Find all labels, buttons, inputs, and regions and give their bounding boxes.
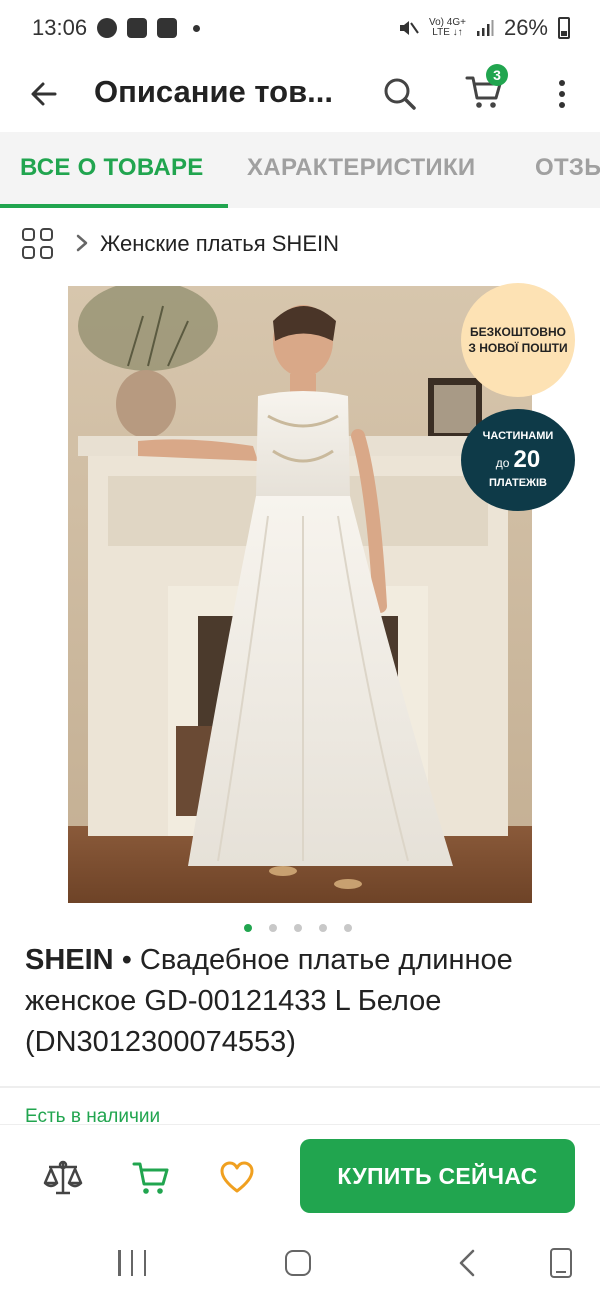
free-delivery-line2: З НОВОЇ ПОШТИ [468, 341, 568, 355]
facebook-icon [97, 18, 118, 38]
gallery-dot[interactable] [294, 924, 302, 932]
arrow-left-icon [31, 82, 57, 106]
system-back-icon[interactable] [456, 1248, 478, 1278]
installments-badge: ЧАСТИНАМИ до 20 ПЛАТЕЖІВ [461, 409, 575, 511]
network-indicator: Vo) 4G+ LTE ↓↑ [429, 18, 466, 38]
installments-line1: ЧАСТИНАМИ [482, 430, 554, 442]
more-dot-icon [559, 80, 565, 86]
recent-apps-icon[interactable] [118, 1250, 146, 1276]
installments-number: 20 [513, 446, 541, 473]
gallery-dot[interactable] [269, 924, 277, 932]
more-dot-icon [559, 102, 565, 108]
installments-prefix: до [495, 456, 510, 470]
product-image[interactable] [68, 286, 532, 903]
page-title: Описание тов... [94, 74, 333, 109]
wishlist-button[interactable] [214, 1155, 260, 1201]
free-delivery-badge: БЕЗКОШТОВНО З НОВОЇ ПОШТИ [461, 283, 575, 397]
gallery-dot[interactable] [244, 924, 252, 932]
instagram-icon [157, 18, 178, 38]
cart-count-badge: 3 [486, 64, 508, 86]
installments-line3: ПЛАТЕЖІВ [488, 477, 548, 489]
network-bottom: LTE ↓↑ [432, 27, 463, 38]
free-delivery-line1: БЕЗКОШТОВНО [470, 325, 566, 339]
back-button[interactable] [22, 72, 66, 116]
compare-button[interactable] [40, 1155, 86, 1201]
title-separator: • [113, 944, 140, 976]
product-brand[interactable]: SHEIN [25, 944, 114, 976]
catalog-grid-icon[interactable] [22, 228, 54, 260]
more-notifications-dot-icon [193, 24, 201, 32]
gallery-pager [244, 924, 352, 932]
product-title: SHEIN • Свадебное платье длинное женское… [25, 940, 575, 1063]
tab-reviews[interactable]: ОТЗЫВЫ [535, 154, 600, 182]
gallery-icon [127, 18, 148, 38]
chevron-right-icon [76, 234, 88, 252]
battery-percent: 26% [503, 15, 548, 40]
gallery-dot[interactable] [319, 924, 327, 932]
tab-all-about-product[interactable]: ВСЕ О ТОВАРЕ [20, 154, 204, 182]
search-button[interactable] [376, 70, 424, 118]
status-bar: 13:06 Vo) 4G+ LTE ↓↑ 26% [0, 0, 600, 56]
dress-photo [68, 286, 532, 903]
add-to-cart-button[interactable] [128, 1155, 174, 1201]
installments-count-row: до 20 [496, 448, 540, 472]
mute-icon [399, 21, 419, 35]
breadcrumb: Женские платья SHEIN [0, 222, 600, 268]
more-options-button[interactable] [545, 70, 579, 118]
heart-icon [220, 1161, 254, 1193]
status-right: Vo) 4G+ LTE ↓↑ 26% [397, 15, 570, 41]
more-dot-icon [559, 91, 565, 97]
scales-icon [43, 1160, 83, 1195]
section-divider [0, 1086, 600, 1088]
gallery-dot[interactable] [344, 924, 352, 932]
cart-button[interactable]: 3 [458, 64, 510, 118]
breadcrumb-category-link[interactable]: Женские платья SHEIN [100, 231, 339, 257]
bottom-action-bar: КУПИТЬ СЕЙЧАС [0, 1124, 600, 1224]
stock-status: Есть в наличии [25, 1106, 161, 1124]
battery-icon [558, 17, 570, 39]
cart-icon [132, 1162, 169, 1194]
app-header: Описание тов... 3 [0, 56, 600, 132]
screen-rotate-icon[interactable] [550, 1248, 572, 1278]
system-navigation-bar [0, 1226, 600, 1299]
tab-characteristics[interactable]: ХАРАКТЕРИСТИКИ [247, 154, 476, 182]
signal-icon [476, 20, 494, 36]
status-left: 13:06 [32, 15, 201, 41]
home-icon[interactable] [285, 1250, 311, 1276]
status-time: 13:06 [32, 15, 88, 40]
active-tab-indicator [0, 204, 228, 208]
product-tabs: ВСЕ О ТОВАРЕ ХАРАКТЕРИСТИКИ ОТЗЫВЫ [0, 132, 600, 208]
buy-now-button[interactable]: КУПИТЬ СЕЙЧАС [300, 1139, 575, 1213]
search-icon [384, 78, 416, 110]
